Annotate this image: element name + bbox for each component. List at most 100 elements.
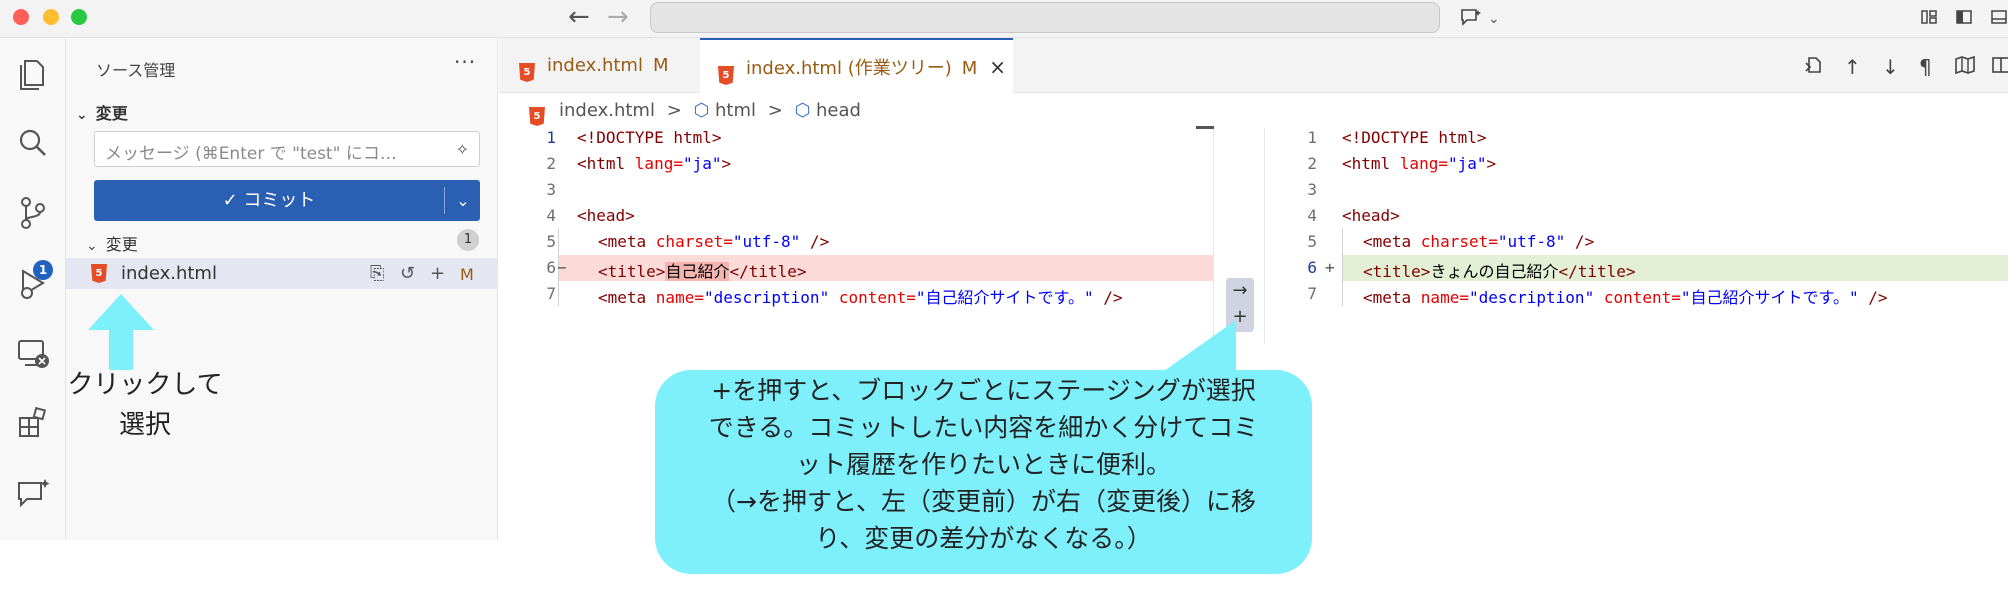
code-token: content= bbox=[1594, 288, 1681, 307]
breadcrumb-file[interactable]: index.html bbox=[559, 100, 655, 121]
explorer-files-icon[interactable] bbox=[13, 53, 53, 93]
chevron-down-icon[interactable]: ⌄ bbox=[450, 188, 476, 214]
changes-section-header[interactable]: ⌄ 変更 bbox=[76, 100, 128, 124]
inserted-line-marker: + bbox=[1325, 258, 1335, 277]
code-line-4[interactable]: <head> bbox=[577, 206, 635, 225]
changes-count-badge: 1 bbox=[457, 229, 479, 251]
close-window-button[interactable] bbox=[13, 9, 29, 25]
code-line-4[interactable]: <head> bbox=[1342, 206, 1400, 225]
breadcrumb-separator: > bbox=[666, 100, 682, 121]
code-token: <html bbox=[577, 154, 635, 173]
remote-explorer-icon[interactable] bbox=[13, 333, 53, 373]
show-whitespace-icon[interactable]: ¶ bbox=[1919, 55, 1932, 79]
chevron-down-icon: ⌄ bbox=[76, 107, 88, 123]
revert-block-arrow-icon[interactable]: → bbox=[1226, 278, 1254, 304]
indent-guide bbox=[1342, 228, 1343, 306]
callout-line: +を押すと、ブロックごとにステージングが選択 bbox=[711, 376, 1256, 405]
breadcrumb-head[interactable]: head bbox=[816, 100, 861, 121]
code-line-5[interactable]: <meta charset="utf-8" /> bbox=[598, 232, 829, 251]
chat-sparkle-icon[interactable] bbox=[1460, 8, 1484, 26]
minimize-window-button[interactable] bbox=[43, 9, 59, 25]
code-line-6-original[interactable]: <title>自己紹介</title> bbox=[598, 258, 807, 282]
code-token: <!DOCTYPE html> bbox=[1342, 128, 1487, 147]
tab-index-html-working-tree[interactable]: 5 index.html (作業ツリー) M × bbox=[700, 38, 1013, 94]
stage-changes-icon[interactable]: + bbox=[430, 263, 445, 284]
source-control-icon[interactable] bbox=[13, 193, 53, 233]
code-line-2[interactable]: <html lang="ja"> bbox=[1342, 154, 1496, 173]
element-node-icon: ⬡ bbox=[693, 100, 710, 121]
code-token: name= bbox=[655, 288, 704, 307]
open-file-icon[interactable]: ⎘ bbox=[370, 263, 384, 284]
toggle-panel-icon[interactable] bbox=[1990, 8, 2008, 26]
line-number: 7 bbox=[1307, 284, 1317, 303]
tab-status: M bbox=[961, 58, 978, 79]
discard-changes-icon[interactable]: ↺ bbox=[400, 263, 415, 284]
changes-group-header[interactable]: ⌄ 変更 bbox=[86, 231, 138, 255]
code-token: <html bbox=[1342, 154, 1400, 173]
code-token: /> bbox=[800, 232, 830, 251]
code-line-7[interactable]: <meta name="description" content="自己紹介サイ… bbox=[598, 284, 1122, 308]
forward-arrow-icon[interactable]: → bbox=[607, 4, 629, 30]
run-debug-icon[interactable] bbox=[13, 263, 53, 303]
more-actions-icon[interactable]: ··· bbox=[454, 50, 476, 74]
toggle-diff-map-icon[interactable] bbox=[1954, 55, 1976, 75]
activity-bar: 1 bbox=[0, 38, 66, 540]
line-number: 3 bbox=[546, 180, 556, 199]
previous-change-icon[interactable]: ↑ bbox=[1844, 55, 1861, 79]
file-name: index.html bbox=[121, 263, 217, 284]
code-token: <head> bbox=[577, 206, 635, 225]
code-line-2[interactable]: <html lang="ja"> bbox=[577, 154, 731, 173]
title-bar: ← → ⌄ bbox=[0, 0, 2008, 38]
split-editor-icon[interactable] bbox=[1991, 55, 2008, 75]
code-token: > bbox=[1486, 154, 1497, 173]
source-control-panel: ソース管理 ··· ⌄ 変更 メッセージ (⌘Enter で "test" にコ…… bbox=[66, 38, 498, 540]
line-number: 7 bbox=[546, 284, 556, 303]
group-label: 変更 bbox=[105, 235, 138, 254]
extensions-icon[interactable] bbox=[13, 403, 53, 443]
code-line-6-modified[interactable]: <title>きょんの自己紹介</title> bbox=[1363, 258, 1636, 282]
code-token: "自己紹介サイトです。" bbox=[915, 288, 1094, 307]
line-number: 3 bbox=[1307, 180, 1317, 199]
line-number: 1 bbox=[546, 128, 556, 147]
html5-file-icon: 5 bbox=[91, 264, 107, 283]
code-token: "description" bbox=[703, 288, 830, 307]
code-token: "utf-8" bbox=[732, 232, 801, 251]
callout-line: り、変更の差分がなくなる。） bbox=[815, 524, 1152, 553]
line-number: 2 bbox=[546, 154, 556, 173]
tab-index-html[interactable]: 5 index.html M bbox=[499, 38, 699, 93]
chevron-down-icon[interactable]: ⌄ bbox=[1488, 8, 1500, 30]
section-label: 変更 bbox=[95, 104, 128, 123]
code-line-1[interactable]: <!DOCTYPE html> bbox=[1342, 128, 1487, 147]
back-arrow-icon[interactable]: ← bbox=[568, 4, 590, 30]
commit-button[interactable]: ✓ コミット ⌄ bbox=[94, 180, 480, 221]
next-change-icon[interactable]: ↓ bbox=[1882, 55, 1899, 79]
changed-file-row[interactable]: 5 index.html ⎘ ↺ + M bbox=[66, 258, 497, 289]
commit-label: ✓ コミット bbox=[222, 190, 316, 211]
code-line-1[interactable]: <!DOCTYPE html> bbox=[577, 128, 722, 147]
element-node-icon: ⬡ bbox=[794, 100, 811, 121]
breadcrumb-html[interactable]: html bbox=[715, 100, 756, 121]
chat-icon[interactable] bbox=[13, 473, 53, 513]
search-icon[interactable] bbox=[13, 123, 53, 163]
code-line-5[interactable]: <meta charset="utf-8" /> bbox=[1363, 232, 1594, 251]
zoom-window-button[interactable] bbox=[71, 9, 87, 25]
close-tab-icon[interactable]: × bbox=[989, 55, 1006, 79]
click-instruction-line: 選択 bbox=[118, 410, 171, 440]
command-center-search[interactable] bbox=[650, 2, 1440, 33]
html5-file-icon: 5 bbox=[529, 107, 545, 126]
commit-message-input[interactable]: メッセージ (⌘Enter で "test" にコ… ✧ bbox=[94, 131, 480, 167]
code-token: <meta bbox=[1363, 288, 1421, 307]
tab-status: M bbox=[652, 55, 669, 76]
deleted-line-marker: − bbox=[557, 258, 567, 277]
file-status-badge: M bbox=[460, 265, 474, 284]
layout-panels-icon[interactable] bbox=[1920, 8, 1938, 26]
generate-message-sparkle-icon[interactable]: ✧ bbox=[456, 140, 469, 159]
line-number: 6 bbox=[546, 258, 556, 277]
scroll-thumb[interactable] bbox=[1196, 126, 1214, 129]
code-line-7[interactable]: <meta name="description" content="自己紹介サイ… bbox=[1363, 284, 1887, 308]
commit-divider bbox=[444, 187, 445, 214]
toggle-sidebar-icon[interactable] bbox=[1955, 8, 1973, 26]
open-file-icon[interactable] bbox=[1804, 55, 1824, 75]
line-number: 6 bbox=[1307, 258, 1317, 277]
click-instruction: クリックして 選択 bbox=[60, 365, 230, 445]
